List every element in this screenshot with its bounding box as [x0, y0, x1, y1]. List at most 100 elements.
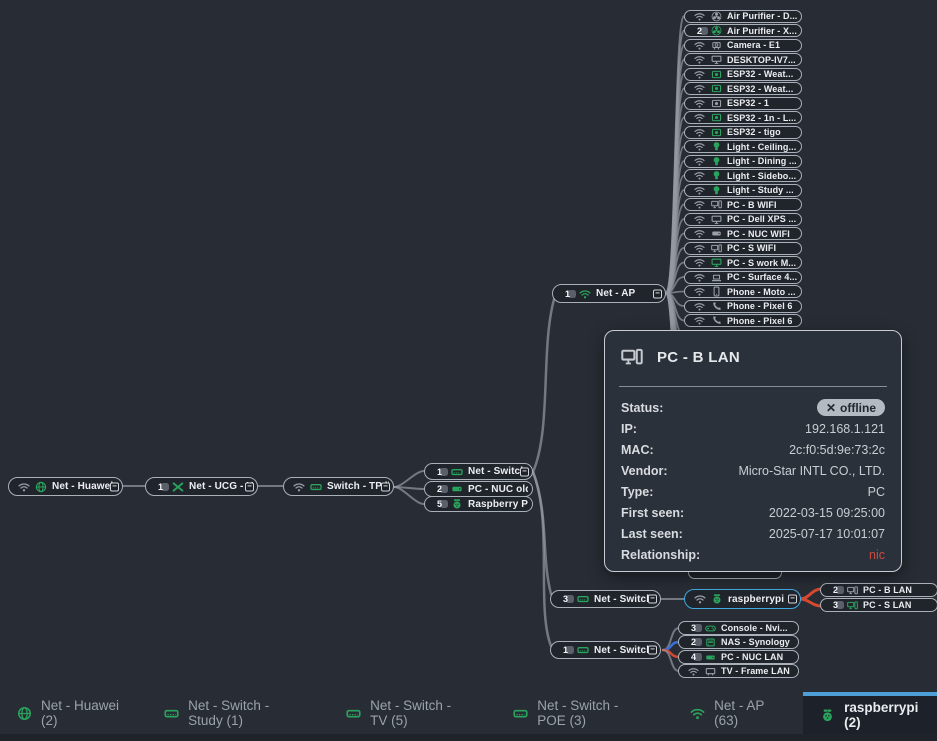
device-node-ap-device-6[interactable]: ESP32 - 1 — [684, 97, 802, 110]
close-icon: ✕ — [826, 401, 836, 415]
device-node-ap-device-13[interactable]: PC - B WIFI — [684, 198, 802, 211]
tab-label: Net - AP (63) — [714, 698, 776, 728]
tab-net-switch-poe-3[interactable]: Net - Switch - POE (3) — [496, 692, 663, 734]
switch-icon — [164, 706, 179, 721]
tab-label: Net - Switch - POE (3) — [537, 698, 646, 728]
device-node-ap-device-21[interactable]: Phone - Pixel 6 — [684, 314, 802, 327]
wifi-icon — [579, 288, 591, 300]
wifi-icon — [692, 127, 707, 138]
topology-canvas[interactable]: Net - Huawei−1Net - UCG - Ul...−Switch -… — [0, 0, 937, 692]
tab-net-huawei-2[interactable]: Net - Huawei (2) — [0, 692, 137, 734]
device-node-ap-device-19[interactable]: Phone - Moto ... — [684, 285, 802, 298]
tab-spacer — [319, 692, 329, 734]
panel-row-value: PC — [868, 485, 885, 499]
device-node-ap-device-9[interactable]: Light - Ceiling... — [684, 140, 802, 153]
device-node-ap-device-20[interactable]: Phone - Pixel 6 — [684, 300, 802, 313]
device-node-pc-s-lan[interactable]: 3 PC - S LAN — [820, 598, 937, 612]
device-node-ap-device-11[interactable]: Light - Sidebo... — [684, 169, 802, 182]
device-node-ap-device-1[interactable]: 2Air Purifier - X... — [684, 24, 802, 37]
device-node-console-nvidia[interactable]: 3Console - Nvi... — [678, 621, 799, 635]
wifi-icon — [692, 286, 707, 297]
device-node-pc-nuc-lan[interactable]: 4PC - NUC LAN — [678, 650, 799, 664]
tab-net-ap-63[interactable]: Net - AP (63) — [673, 692, 793, 734]
collapse-toggle-button[interactable]: − — [653, 289, 662, 298]
device-node-ap-device-17[interactable]: PC - S work M... — [684, 256, 802, 269]
tab-spacer — [137, 692, 147, 734]
device-node-label: PC - S work M... — [727, 258, 797, 268]
device-node-label: Net - Switch - ... — [468, 466, 528, 477]
device-node-ap-device-7[interactable]: ESP32 - 1n - L... — [684, 111, 802, 124]
device-node-raspberry-pi-top[interactable]: 5Raspberry Pi ... — [424, 496, 533, 512]
device-node-ap-device-5[interactable]: ESP32 - Weat... — [684, 82, 802, 95]
device-node-label: PC - S LAN — [863, 600, 933, 610]
collapse-toggle-button[interactable]: − — [648, 595, 657, 604]
device-node-label: PC - NUC LAN — [721, 652, 794, 662]
switch-icon — [346, 706, 361, 721]
pc-icon — [621, 346, 643, 368]
device-node-ap-device-4[interactable]: ESP32 - Weat... — [684, 68, 802, 81]
device-node-switch-tp[interactable]: Switch - TP li...− — [283, 477, 394, 496]
wifi-icon — [16, 481, 31, 493]
wifi-icon — [692, 11, 707, 22]
device-node-ap-device-14[interactable]: PC - Dell XPS ... — [684, 213, 802, 226]
panel-row: Vendor:Micro-Star INTL CO., LTD. — [605, 460, 901, 481]
chipcam-icon — [711, 98, 722, 109]
device-node-label: Camera - E1 — [727, 40, 797, 50]
device-node-raspberrypi[interactable]: raspberrypi− — [684, 589, 801, 609]
chipcam-icon — [711, 69, 722, 80]
switch-icon — [513, 706, 528, 721]
collapse-toggle-button[interactable]: − — [648, 646, 657, 655]
device-node-tv-frame-lan[interactable]: TV - Frame LAN — [678, 664, 799, 678]
tab-net-switch-study-1[interactable]: Net - Switch - Study (1) — [147, 692, 319, 734]
device-node-ap-device-0[interactable]: Air Purifier - D... — [684, 10, 802, 23]
wifi-icon — [690, 706, 705, 721]
device-node-ap-device-18[interactable]: PC - Surface 4... — [684, 271, 802, 284]
device-node-ap-device-3[interactable]: DESKTOP-IV7... — [684, 53, 802, 66]
device-node-label: PC - B WIFI — [727, 200, 797, 210]
device-node-net-switch-1[interactable]: 1Net - Switch - ...− — [550, 641, 661, 659]
collapse-toggle-button[interactable]: − — [381, 482, 390, 491]
child-count-badge: 2 — [432, 484, 447, 494]
device-node-pc-nuc-old[interactable]: 2PC - NUC old — [424, 481, 533, 497]
device-node-ap-device-16[interactable]: PC - S WIFI — [684, 242, 802, 255]
device-node-label: Light - Ceiling... — [727, 142, 797, 152]
wifi-icon — [692, 185, 707, 196]
tv-icon — [705, 666, 716, 677]
bulb-icon — [711, 156, 722, 167]
collapse-toggle-button[interactable]: − — [110, 482, 119, 491]
tab-net-switch-tv-5[interactable]: Net - Switch - TV (5) — [329, 692, 486, 734]
device-node-ap-device-15[interactable]: PC - NUC WIFI — [684, 227, 802, 240]
device-node-label: ESP32 - 1n - L... — [727, 113, 797, 123]
laptop-icon — [711, 272, 722, 283]
device-node-nas-synology[interactable]: 2NAS - Synology — [678, 635, 799, 649]
device-node-label: Air Purifier - D... — [727, 11, 797, 21]
device-node-net-switch-3[interactable]: 3Net - Switch - ...− — [550, 590, 661, 608]
device-node-label: TV - Frame LAN — [721, 666, 794, 676]
device-node-ap-device-12[interactable]: Light - Study ... — [684, 184, 802, 197]
device-node-label: raspberrypi — [728, 594, 796, 605]
device-node-label: ESP32 - Weat... — [727, 69, 797, 79]
panel-row-label: MAC: — [621, 443, 654, 457]
wifi-icon — [692, 83, 707, 94]
device-node-ap-device-2[interactable]: Camera - E1 — [684, 39, 802, 52]
wifi-icon — [692, 228, 707, 239]
tab-label: Net - Switch - Study (1) — [188, 698, 302, 728]
collapse-toggle-button[interactable]: − — [245, 482, 254, 491]
device-node-net-ucg[interactable]: 1Net - UCG - Ul...− — [145, 477, 258, 496]
collapse-toggle-button[interactable]: − — [788, 595, 797, 604]
panel-row-value: 2022-03-15 09:25:00 — [769, 506, 885, 520]
device-node-net-huawei[interactable]: Net - Huawei− — [8, 477, 123, 496]
tab-raspberrypi-2[interactable]: raspberrypi (2) — [803, 692, 937, 734]
panel-row-value: 192.168.1.121 — [805, 422, 885, 436]
device-node-ap-device-8[interactable]: ESP32 - tigo — [684, 126, 802, 139]
pc-icon — [847, 585, 858, 596]
device-node-pc-b-lan[interactable]: 2PC - B LAN — [820, 583, 937, 597]
child-count-badge: 3 — [828, 600, 843, 610]
device-node-net-ap[interactable]: 1Net - AP− — [552, 284, 666, 303]
monitor-icon — [711, 257, 722, 268]
device-node-net-switch-study[interactable]: 1Net - Switch - ...− — [424, 463, 533, 480]
panel-row-value: Micro-Star INTL CO., LTD. — [738, 464, 885, 478]
device-node-label: Net - Huawei — [52, 481, 118, 492]
collapse-toggle-button[interactable]: − — [520, 467, 529, 476]
device-node-ap-device-10[interactable]: Light - Dining ... — [684, 155, 802, 168]
